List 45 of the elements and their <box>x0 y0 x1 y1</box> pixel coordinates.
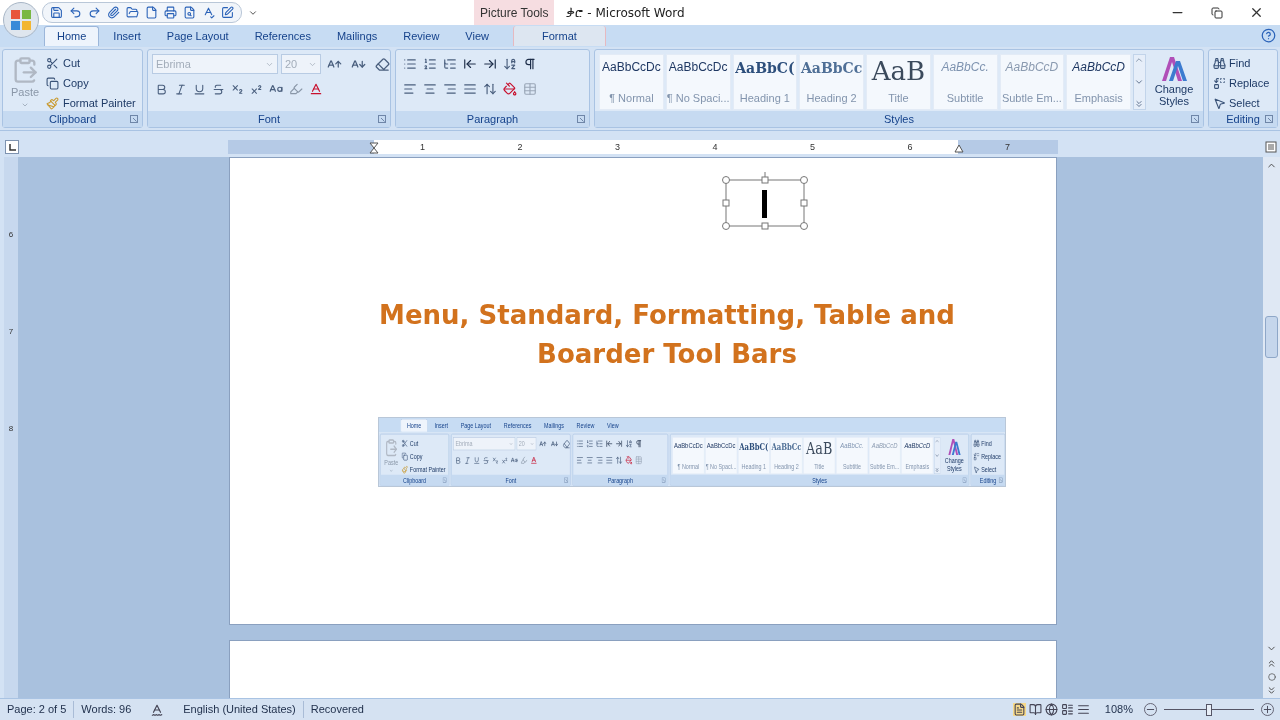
window-title: ቃሮ - Microsoft Word <box>566 4 685 22</box>
ribbon-tab[interactable]: View <box>453 26 501 46</box>
ruler-number: 4 <box>712 141 718 154</box>
style-gallery-item[interactable]: AaB Title <box>866 54 931 110</box>
replace-button[interactable]: Replace <box>1213 74 1270 93</box>
style-gallery-item[interactable]: AaBbCcDc ¶ Normal <box>599 54 664 110</box>
ruler-number: 7 <box>1005 141 1010 154</box>
page-count[interactable]: Page: 2 of 5 <box>0 701 74 718</box>
style-gallery-item[interactable]: AaBbCcDc ¶ No Spaci... <box>665 54 731 110</box>
ribbon-tab[interactable]: Mailings <box>324 26 390 46</box>
find-button[interactable]: Find <box>1213 54 1270 73</box>
language-status[interactable]: English (United States) <box>176 701 303 718</box>
select-button[interactable]: Select <box>1213 94 1270 111</box>
style-gallery-item[interactable]: AaBbCc Heading 2 <box>799 54 864 110</box>
format-painter-button[interactable]: Format Painter <box>46 94 136 111</box>
ribbon-tab[interactable]: Insert <box>101 26 153 46</box>
ruler-number: 6 <box>907 141 913 154</box>
ribbon-tab[interactable]: Home <box>44 26 100 46</box>
group-label: Font <box>258 111 280 127</box>
ruler-number: 7 <box>8 326 14 338</box>
ribbon-tab[interactable]: Review <box>391 26 452 46</box>
word-count[interactable]: Words: 96 <box>73 701 139 718</box>
cut-button[interactable]: Cut <box>46 54 136 73</box>
contextual-tab-header: Picture Tools <box>474 0 555 25</box>
document-heading: Boarder Tool Bars <box>537 338 797 371</box>
ribbon-tab[interactable]: Page Layout <box>154 26 241 46</box>
group-label: Styles <box>884 111 914 127</box>
ruler-number: 1 <box>420 141 425 154</box>
document-status: Recovered <box>302 701 371 718</box>
ruler-number: 2 <box>517 141 523 154</box>
ribbon-tab[interactable]: References <box>242 26 323 46</box>
style-gallery-item[interactable]: AaBbC( Heading 1 <box>732 54 798 110</box>
ruler-number: 3 <box>615 141 620 154</box>
ruler-number: 5 <box>810 141 815 154</box>
ruler-number: 6 <box>8 229 14 241</box>
zoom-level[interactable]: 108% <box>1104 701 1133 718</box>
group-label: Editing <box>1226 111 1260 127</box>
ribbon-tab[interactable]: Format <box>513 26 606 46</box>
change-styles-button[interactable]: Change Styles <box>1150 55 1198 107</box>
group-label: Paragraph <box>466 111 519 127</box>
style-gallery-item[interactable]: AaBbCcD Emphasis <box>1066 54 1131 110</box>
ruler-number: 8 <box>8 423 14 435</box>
copy-button[interactable]: Copy <box>46 74 136 93</box>
document-heading: Menu, Standard, Formatting, Table and <box>379 299 955 332</box>
group-label: Clipboard <box>48 111 97 127</box>
